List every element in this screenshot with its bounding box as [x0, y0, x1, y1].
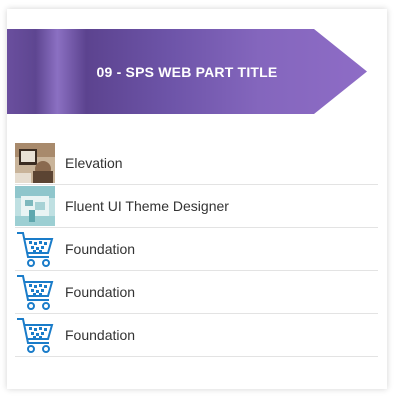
list-item-label: Foundation	[65, 284, 136, 300]
quick-links-list: Elevation Fluent UI Theme Designer Found…	[15, 142, 378, 357]
shopping-cart-icon	[15, 315, 55, 355]
list-item[interactable]: Elevation	[15, 142, 378, 185]
list-item-label: Elevation	[65, 155, 123, 171]
list-item-label: Fluent UI Theme Designer	[65, 198, 229, 214]
list-item[interactable]: Fluent UI Theme Designer	[15, 185, 378, 228]
list-item-label: Foundation	[65, 241, 136, 257]
shopping-cart-icon	[15, 272, 55, 312]
list-item[interactable]: Foundation	[15, 314, 378, 357]
webpart-title: 09 - SPS WEB PART TITLE	[96, 63, 278, 80]
list-item[interactable]: Foundation	[15, 228, 378, 271]
fluent-ui-thumbnail-icon	[15, 186, 55, 226]
shopping-cart-icon	[15, 229, 55, 269]
list-item[interactable]: Foundation	[15, 271, 378, 314]
list-item-label: Foundation	[65, 327, 136, 343]
title-banner: 09 - SPS WEB PART TITLE	[7, 29, 367, 114]
elevation-thumbnail-icon	[15, 143, 55, 183]
